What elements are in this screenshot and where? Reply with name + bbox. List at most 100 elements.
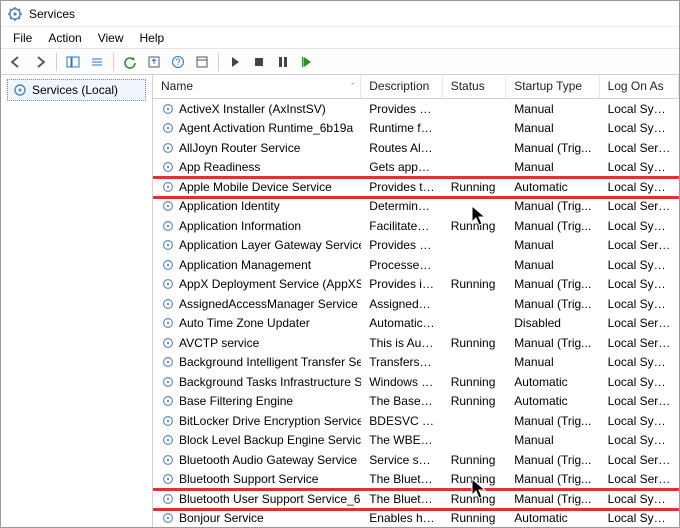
table-row[interactable]: Application Layer Gateway ServiceProvide… (153, 236, 679, 256)
table-row[interactable]: AVCTP serviceThis is Audi...RunningManua… (153, 333, 679, 353)
col-header-status[interactable]: Status (443, 75, 507, 98)
stop-service-button[interactable] (248, 51, 270, 73)
pause-service-button[interactable] (272, 51, 294, 73)
table-row[interactable]: ActiveX Installer (AxInstSV)Provides Us.… (153, 99, 679, 119)
service-logon: Local Service (600, 453, 679, 467)
service-icon (161, 316, 175, 330)
table-row[interactable]: Bonjour ServiceEnables har...RunningAuto… (153, 509, 679, 528)
table-row[interactable]: Block Level Backup Engine ServiceThe WBE… (153, 431, 679, 451)
left-pane: Services (Local) (1, 75, 153, 527)
service-name: Application Layer Gateway Service (179, 238, 361, 252)
service-description: This is Audi... (361, 336, 442, 350)
service-icon (161, 511, 175, 525)
col-header-startup[interactable]: Startup Type (506, 75, 599, 98)
service-startup: Automatic (506, 375, 599, 389)
service-description: Gets apps re... (361, 160, 442, 174)
properties-button[interactable] (191, 51, 213, 73)
menu-help[interactable]: Help (132, 29, 173, 47)
service-name: AVCTP service (179, 336, 259, 350)
table-row[interactable]: Application IdentityDetermines ...Manual… (153, 197, 679, 217)
table-row[interactable]: Application ManagementProcesses in...Man… (153, 255, 679, 275)
service-description: Determines ... (361, 199, 442, 213)
service-description: Transfers fil... (361, 355, 442, 369)
service-name: Block Level Backup Engine Service (179, 433, 361, 447)
service-name: Background Tasks Infrastructure Service (179, 375, 361, 389)
service-name: BitLocker Drive Encryption Service (179, 414, 361, 428)
service-startup: Manual (506, 102, 599, 116)
menu-action[interactable]: Action (40, 29, 89, 47)
service-icon (161, 121, 175, 135)
service-description: Service sup... (361, 453, 442, 467)
start-service-button[interactable] (224, 51, 246, 73)
table-row[interactable]: Application InformationFacilitates t...R… (153, 216, 679, 236)
service-name: Auto Time Zone Updater (179, 316, 310, 330)
service-description: The Base Fil... (361, 394, 442, 408)
grid-body[interactable]: ActiveX Installer (AxInstSV)Provides Us.… (153, 99, 679, 527)
service-logon: Local Syste... (600, 492, 679, 506)
service-description: The Bluetoo... (361, 492, 442, 506)
table-row[interactable]: AssignedAccessManager ServiceAssignedAc.… (153, 294, 679, 314)
table-row[interactable]: Agent Activation Runtime_6b19aRuntime fo… (153, 119, 679, 139)
menu-view[interactable]: View (90, 29, 132, 47)
service-description: Automatica... (361, 316, 442, 330)
toolbar-list-button[interactable] (86, 51, 108, 73)
service-logon: Local Syste... (600, 355, 679, 369)
menu-file[interactable]: File (5, 29, 40, 47)
service-description: Enables har... (361, 511, 442, 525)
titlebar: Services (1, 1, 679, 27)
tree-item-label: Services (Local) (32, 83, 118, 97)
service-name: Bluetooth Support Service (179, 472, 318, 486)
service-name: Apple Mobile Device Service (179, 180, 332, 194)
col-header-logon[interactable]: Log On As (600, 75, 679, 98)
menubar: File Action View Help (1, 27, 679, 49)
table-row[interactable]: AppX Deployment Service (AppXSVC)Provide… (153, 275, 679, 295)
gear-icon (12, 82, 28, 98)
table-row[interactable]: Apple Mobile Device ServiceProvides th..… (153, 177, 679, 197)
nav-back-button[interactable] (5, 51, 27, 73)
service-status: Running (443, 394, 507, 408)
service-name: AllJoyn Router Service (179, 141, 300, 155)
table-row[interactable]: Bluetooth Audio Gateway Service Service s… (153, 450, 679, 470)
col-header-description[interactable]: Description (361, 75, 442, 98)
restart-service-button[interactable] (296, 51, 318, 73)
table-row[interactable]: Background Intelligent Transfer ServiceT… (153, 353, 679, 373)
help-button[interactable]: ? (167, 51, 189, 73)
table-row[interactable]: App ReadinessGets apps re...ManualLocal … (153, 158, 679, 178)
service-icon (161, 160, 175, 174)
service-description: Facilitates t... (361, 219, 442, 233)
svg-text:?: ? (175, 57, 180, 67)
table-row[interactable]: AllJoyn Router ServiceRoutes AllJo...Man… (153, 138, 679, 158)
service-name: Base Filtering Engine (179, 394, 293, 408)
service-logon: Local Syste... (600, 102, 679, 116)
nav-forward-button[interactable] (29, 51, 51, 73)
service-startup: Automatic (506, 180, 599, 194)
service-description: The WBENG... (361, 433, 442, 447)
table-row[interactable]: Base Filtering Engine The Base Fil...Runn… (153, 392, 679, 412)
service-name: App Readiness (179, 160, 260, 174)
toolbar: ? (1, 49, 679, 75)
services-window: Services File Action View Help ? (0, 0, 680, 528)
table-row[interactable]: Background Tasks Infrastructure ServiceW… (153, 372, 679, 392)
service-name: Bluetooth Audio Gateway Service (179, 453, 357, 467)
tree-item-services-local[interactable]: Services (Local) (7, 79, 146, 101)
service-logon: Local Syste... (600, 414, 679, 428)
service-status: Running (443, 492, 507, 506)
service-logon: Local Service (600, 141, 679, 155)
service-startup: Automatic (506, 394, 599, 408)
service-status: Running (443, 219, 507, 233)
service-logon: Local Service (600, 316, 679, 330)
export-button[interactable] (143, 51, 165, 73)
refresh-button[interactable] (119, 51, 141, 73)
show-hide-tree-button[interactable] (62, 51, 84, 73)
col-header-name[interactable]: Name ˆ (153, 75, 361, 98)
service-startup: Manual (Trig... (506, 141, 599, 155)
service-name: Application Identity (179, 199, 280, 213)
table-row[interactable]: Bluetooth Support ServiceThe Bluetoo...R… (153, 470, 679, 490)
table-row[interactable]: BitLocker Drive Encryption ServiceBDESVC… (153, 411, 679, 431)
service-description: Processes in... (361, 258, 442, 272)
table-row[interactable]: Auto Time Zone UpdaterAutomatica...Disab… (153, 314, 679, 334)
service-logon: Local Syste... (600, 180, 679, 194)
service-icon (161, 453, 175, 467)
service-logon: Local Syste... (600, 160, 679, 174)
table-row[interactable]: Bluetooth User Support Service_6b19aThe … (153, 489, 679, 509)
